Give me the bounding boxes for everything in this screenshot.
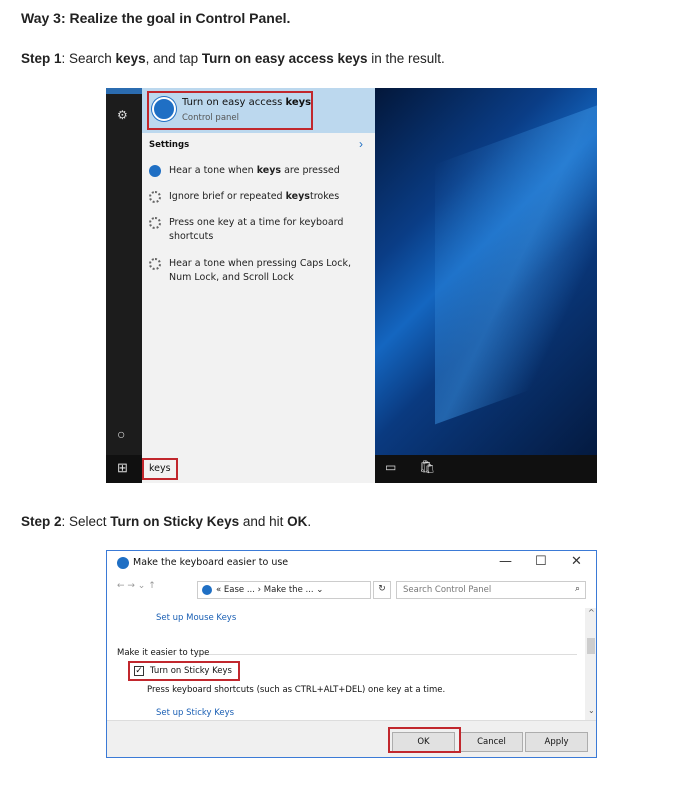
control-panel-icon (202, 585, 212, 595)
cortana-circle-icon[interactable]: ○ (117, 426, 125, 442)
step2-text: Step 2: Select Turn on Sticky Keys and h… (21, 514, 312, 529)
sticky-keys-checkbox[interactable]: ✓ Turn on Sticky Keys (128, 661, 240, 681)
gear-icon (149, 217, 161, 229)
close-button[interactable]: ✕ (571, 554, 582, 569)
ease-of-access-icon (117, 557, 129, 569)
gear-icon (149, 258, 161, 270)
result-item[interactable]: Hear a tone when pressing Caps Lock, Num … (149, 257, 369, 285)
desktop-wallpaper (375, 88, 597, 455)
search-results-panel: Turn on easy access keys Control panel S… (142, 88, 375, 455)
gear-icon[interactable]: ⚙ (117, 108, 128, 122)
window-title: Make the keyboard easier to use (117, 557, 288, 569)
scroll-up-icon[interactable]: ^ (588, 608, 595, 617)
result-item[interactable]: Hear a tone when keys are pressed (149, 164, 369, 178)
nav-buttons[interactable]: ← → ⌄ ↑ (117, 581, 156, 599)
maximize-button[interactable]: ☐ (535, 554, 547, 569)
task-view-icon[interactable]: ▭ (385, 460, 396, 474)
scroll-down-icon[interactable]: ⌄ (588, 706, 595, 715)
result-item[interactable]: Press one key at a time for keyboard shor… (149, 216, 369, 244)
step1-text: Step 1: Search keys, and tap Turn on eas… (21, 51, 445, 66)
scrollbar[interactable]: ^ ⌄ (585, 608, 596, 720)
best-match-result[interactable]: Turn on easy access keys Control panel (142, 88, 375, 133)
set-up-mouse-keys-link[interactable]: Set up Mouse Keys (156, 613, 236, 623)
minimize-button[interactable]: — (499, 554, 512, 569)
windows-logo-icon[interactable]: ⊞ (117, 460, 128, 476)
search-input[interactable]: keys (142, 458, 178, 480)
store-icon[interactable]: 🛍 (419, 459, 436, 475)
sticky-keys-description: Press keyboard shortcuts (such as CTRL+A… (147, 685, 446, 695)
start-rail: ⚙ ○ (106, 88, 142, 455)
set-up-sticky-keys-link[interactable]: Set up Sticky Keys (156, 708, 234, 718)
address-bar[interactable]: « Ease ... › Make the ... ⌄ (197, 581, 371, 599)
settings-heading: Settings (149, 140, 190, 150)
search-icon: ⌕ (574, 584, 580, 594)
cancel-button[interactable]: Cancel (460, 732, 523, 752)
search-screenshot: ⚙ ○ Turn on easy access keys Control pan… (106, 88, 597, 483)
section-divider (197, 654, 577, 655)
search-input[interactable]: Search Control Panel ⌕ (396, 581, 586, 599)
section-heading: Way 3: Realize the goal in Control Panel… (21, 10, 291, 26)
refresh-button[interactable]: ↻ (373, 581, 391, 599)
apply-button[interactable]: Apply (525, 732, 588, 752)
highlight-box (388, 727, 461, 753)
control-panel-window: Make the keyboard easier to use — ☐ ✕ ← … (106, 550, 597, 758)
gear-icon (149, 191, 161, 203)
scroll-thumb[interactable] (587, 638, 595, 654)
ease-of-access-icon (152, 97, 176, 121)
dialog-footer: OK Cancel Apply (107, 720, 596, 757)
clock-icon (149, 165, 161, 177)
section-heading: Make it easier to type (117, 648, 210, 658)
chevron-right-icon[interactable]: › (359, 137, 363, 151)
result-item[interactable]: Ignore brief or repeated keystrokes (149, 190, 369, 204)
checkbox-check-icon: ✓ (134, 666, 144, 676)
